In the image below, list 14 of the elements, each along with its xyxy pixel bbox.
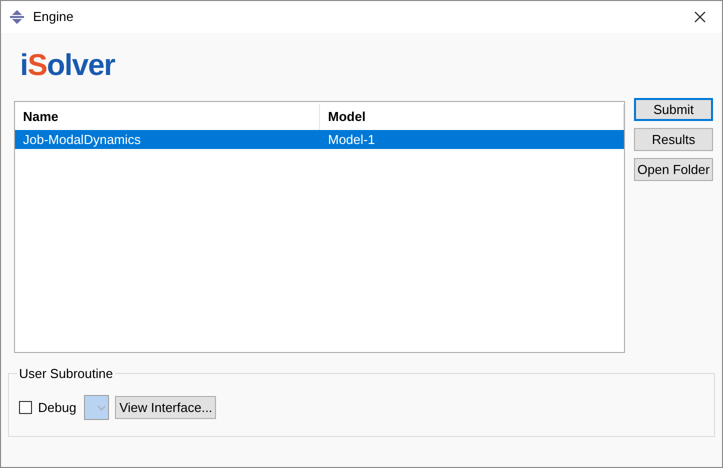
action-button[interactable]: Open Folder xyxy=(634,158,713,181)
window-title: Engine xyxy=(33,8,74,26)
app-icon xyxy=(9,9,25,25)
view-interface-button[interactable]: View Interface... xyxy=(115,396,216,419)
table-row[interactable]: Job-ModalDynamics Model-1 xyxy=(15,130,624,149)
action-button[interactable]: Submit xyxy=(634,98,713,121)
close-icon[interactable] xyxy=(694,11,706,23)
debug-label: Debug xyxy=(38,398,76,417)
action-button[interactable]: Results xyxy=(634,128,713,151)
chevron-down-icon xyxy=(97,404,106,410)
debug-checkbox[interactable] xyxy=(19,401,32,414)
table-cell-text: Model-1 xyxy=(327,130,376,149)
table-cell-text: Job-ModalDynamics xyxy=(22,130,142,149)
logo: iSolver xyxy=(20,48,115,84)
